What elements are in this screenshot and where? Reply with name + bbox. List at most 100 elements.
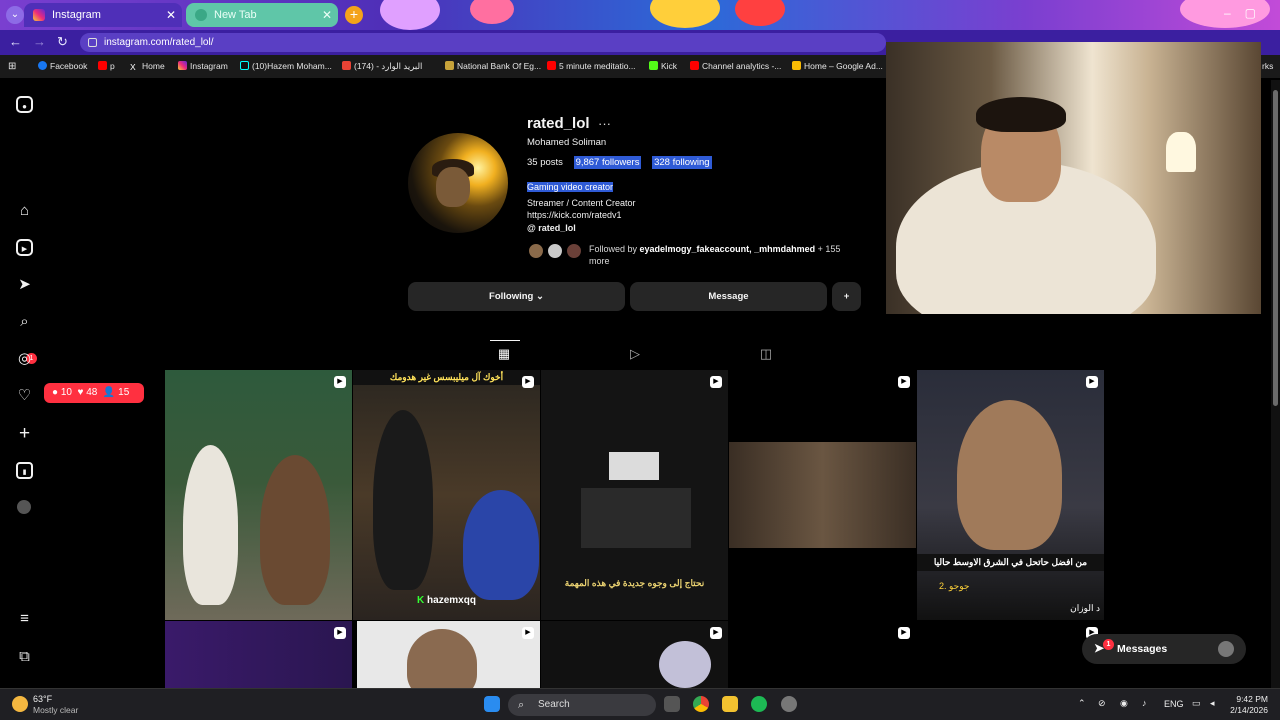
bookmark-nbe[interactable]: National Bank Of Eg... [445, 61, 541, 71]
grid-post[interactable]: نحتاج إلى وجوه جديدة في هذه المهمة ▶ [541, 370, 728, 620]
bookmark-google-ads[interactable]: Home – Google Ad... [792, 61, 883, 71]
google-ads-icon [792, 61, 801, 70]
follower-avatar [527, 242, 545, 260]
bookmark-kick[interactable]: Kick [649, 61, 677, 71]
posts-count: 35 posts [527, 157, 563, 168]
followed-by-text[interactable]: Followed by eyadelmogy_fakeaccount, _mhm… [589, 243, 849, 267]
threads-handle: rated_lol [538, 223, 576, 233]
message-button[interactable]: Message [630, 282, 827, 311]
grid-post[interactable]: ▶ [917, 621, 1104, 688]
tab-new-tab[interactable]: New Tab ✕ [186, 3, 338, 27]
following-button[interactable]: Following ⌄ [408, 282, 625, 311]
file-explorer-icon[interactable] [722, 696, 738, 712]
page-scrollbar[interactable] [1271, 80, 1280, 688]
bookmark-meditation[interactable]: 5 minute meditatio... [547, 61, 636, 71]
reel-icon: ▶ [898, 627, 910, 639]
reel-icon: ▶ [522, 627, 534, 639]
grid-post[interactable]: ▶ [165, 621, 352, 688]
profile-avatar-icon[interactable] [17, 500, 31, 514]
bookmark-tiktok[interactable]: (10)Hazem Moham... [240, 61, 332, 71]
close-icon[interactable]: ✕ [322, 3, 332, 27]
explore-icon[interactable]: ◎ [16, 350, 33, 367]
following-link[interactable]: 328 following [652, 156, 712, 169]
weather-temp[interactable]: 63°F [33, 694, 52, 704]
site-info-icon[interactable] [88, 38, 97, 47]
tab-label: Instagram [52, 9, 101, 21]
chrome-icon[interactable] [693, 696, 709, 712]
search-icon[interactable]: ⌕ [16, 313, 33, 330]
taskbar-search[interactable]: ⌕ Search [508, 694, 656, 716]
clock-time[interactable]: 9:42 PM [1232, 694, 1268, 704]
lamp-shape [1166, 132, 1196, 172]
windows-start-icon[interactable] [484, 696, 500, 712]
window-controls[interactable]: –▢ [1224, 6, 1270, 20]
dashboard-icon[interactable]: ▮ [16, 462, 33, 479]
x-icon: X [130, 62, 136, 72]
notification-popup[interactable]: ● 10 ♥ 48 👤 15 [44, 383, 144, 403]
threads-link[interactable]: @ rated_lol [527, 223, 576, 233]
reel-icon: ▶ [1086, 376, 1098, 388]
bookmark-overflow[interactable]: rks [1262, 61, 1273, 71]
network-icon[interactable]: ▭ [1192, 698, 1201, 709]
grid-post[interactable]: ▶ [541, 621, 728, 688]
suggest-user-icon[interactable]: + [832, 282, 861, 311]
tagged-tab-icon[interactable]: ◫ [759, 347, 773, 361]
avatar-face [436, 167, 470, 207]
new-tab-button[interactable]: + [345, 6, 363, 24]
posts-grid-icon[interactable]: ▦ [497, 347, 511, 361]
home-icon[interactable]: ⌂ [16, 202, 33, 219]
close-icon[interactable]: ✕ [166, 3, 176, 27]
task-view-icon[interactable] [664, 696, 680, 712]
profile-avatar[interactable] [408, 133, 508, 233]
apps-grid-icon[interactable]: ⊞ [8, 61, 16, 72]
weather-icon[interactable] [12, 696, 28, 712]
reload-icon[interactable]: ↻ [57, 34, 68, 50]
reels-icon[interactable]: ▶ [16, 239, 33, 256]
instagram-logo-icon[interactable]: ● [16, 96, 33, 113]
reel-icon: ▶ [522, 376, 534, 388]
microphone-icon[interactable]: ♪ [1142, 698, 1147, 708]
bookmark-channel-analytics[interactable]: Channel analytics -... [690, 61, 781, 71]
url-input[interactable]: instagram.com/rated_lol/ [80, 33, 886, 52]
notifications-heart-icon[interactable]: ♡ [16, 387, 33, 404]
grid-post[interactable]: ▶ [165, 370, 352, 620]
bookmark-home[interactable]: X Home [130, 61, 165, 72]
grid-post[interactable]: من افضل حاتحل في الشرق الاوسط حاليا 2. ج… [917, 370, 1104, 620]
bookmark-gmail[interactable]: (174) - البريد الوارد [342, 61, 422, 72]
person-shape [463, 490, 539, 600]
volume-icon[interactable]: ◂ [1210, 698, 1215, 709]
create-icon[interactable]: + [16, 424, 33, 443]
followers-link[interactable]: 9,867 followers [573, 156, 642, 169]
bookmark-p[interactable]: p [98, 61, 115, 71]
messages-icon[interactable]: ➤ [16, 276, 33, 293]
also-from-meta-icon[interactable]: ⧉ [16, 648, 33, 665]
grid-post[interactable]: ▶ [357, 621, 540, 688]
discord-icon[interactable]: ◉ [1120, 698, 1128, 709]
options-icon[interactable]: ··· [598, 116, 611, 131]
grid-post[interactable]: ▶ [729, 621, 916, 688]
follow-icon: 👤 [102, 387, 116, 398]
tab-instagram[interactable]: Instagram ✕ [24, 3, 182, 27]
settings-gear-icon[interactable] [781, 696, 797, 712]
desk-shape [581, 488, 691, 548]
more-menu-icon[interactable]: ≡ [16, 610, 33, 627]
person-shape [183, 445, 238, 605]
bio-link[interactable]: https://kick.com/ratedv1 [527, 209, 636, 221]
bookmark-instagram[interactable]: Instagram [178, 61, 228, 71]
clock-date[interactable]: 2/14/2026 [1226, 705, 1268, 715]
spotify-icon[interactable] [751, 696, 767, 712]
avatar [1218, 641, 1234, 657]
wifi-off-icon[interactable]: ⊘ [1098, 698, 1106, 709]
forward-icon[interactable]: → [33, 34, 46, 49]
person-shape [260, 455, 330, 605]
tab-search-icon[interactable]: ⌄ [6, 6, 24, 24]
grid-post[interactable]: أخوك آل ميليبسس غير هدومك K hazemxqq ▶ [353, 370, 540, 620]
back-icon[interactable]: ← [9, 34, 22, 49]
language-indicator[interactable]: ENG [1164, 699, 1184, 709]
messages-pill[interactable]: ➤ 1 Messages [1082, 634, 1246, 664]
bookmark-facebook[interactable]: Facebook [38, 61, 87, 71]
reels-tab-icon[interactable]: ▷ [628, 347, 642, 361]
tray-chevron-icon[interactable]: ⌃ [1078, 698, 1086, 709]
grid-post[interactable]: ▶ [729, 370, 916, 620]
scrollbar-thumb[interactable] [1273, 90, 1278, 406]
